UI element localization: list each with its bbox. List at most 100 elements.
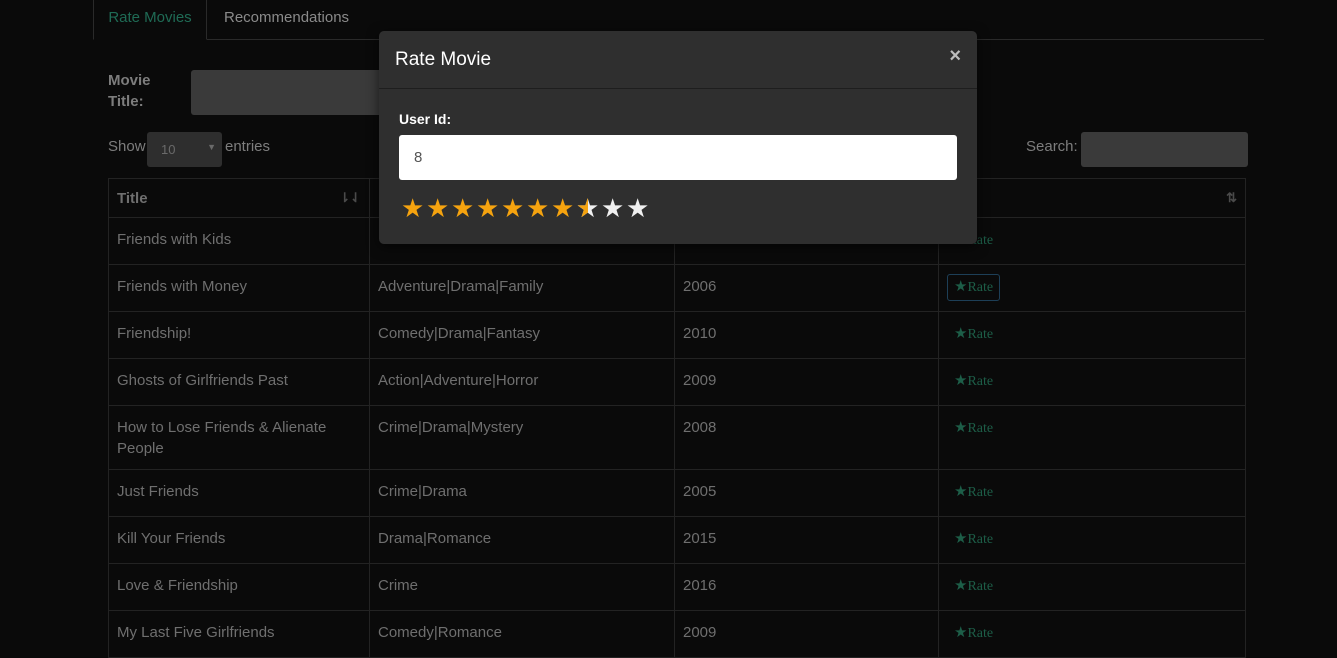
star-icon: ★	[954, 531, 968, 547]
cell-action: ★Rate	[938, 217, 1246, 265]
user-id-label: User Id:	[399, 111, 452, 127]
movie-title-label: Movie Title:	[108, 72, 151, 110]
cell-title: Friends with Kids	[108, 217, 370, 265]
cell-genres: Crime	[369, 563, 675, 611]
table-row: How to Lose Friends & Alienate People Cri…	[108, 405, 1246, 470]
cell-year: 2010	[674, 311, 939, 359]
cell-action: ★Rate	[938, 469, 1246, 517]
star-icon[interactable]: ★	[551, 195, 576, 221]
table-row: Friends with Money Adventure|Drama|Family…	[108, 264, 1246, 312]
rate-button[interactable]: ★Rate	[947, 526, 1000, 553]
close-icon[interactable]: ×	[949, 45, 961, 68]
cell-genres: Action|Adventure|Horror	[369, 358, 675, 406]
rate-button[interactable]: ★Rate	[947, 415, 1000, 442]
star-icon[interactable]: ★	[601, 195, 626, 221]
modal-title: Rate Movie	[395, 49, 492, 70]
rate-button-label: Rate	[967, 374, 994, 389]
cell-action: ★Rate	[938, 405, 1246, 470]
cell-year: 2009	[674, 610, 939, 658]
cell-title: Friends with Money	[108, 264, 370, 312]
entries-select[interactable]: 10 ▼	[147, 132, 222, 167]
star-icon: ★	[954, 420, 968, 436]
table-row: Kill Your Friends Drama|Romance 2015 ★Rate	[108, 516, 1246, 564]
cell-action: ★Rate	[938, 516, 1246, 564]
entries-select-value: 10	[161, 142, 176, 157]
cell-title: Love & Friendship	[108, 563, 370, 611]
rate-button-label: Rate	[967, 421, 994, 436]
star-icon: ★	[954, 326, 968, 342]
cell-year: 2015	[674, 516, 939, 564]
cell-genres: Crime|Drama	[369, 469, 675, 517]
table-row: Love & Friendship Crime 2016 ★Rate	[108, 563, 1246, 611]
rate-button-label: Rate	[967, 626, 994, 641]
sort-icon: ⇅	[1226, 190, 1237, 205]
star-icon[interactable]: ★	[526, 195, 551, 221]
star-icon: ★	[954, 625, 968, 641]
rate-button[interactable]: ★Rate	[947, 620, 1000, 647]
cell-year: 2016	[674, 563, 939, 611]
table-row: Ghosts of Girlfriends Past Action|Adventu…	[108, 358, 1246, 406]
modal-header: Rate Movie ×	[379, 31, 977, 89]
star-icon[interactable]: ★	[626, 195, 651, 221]
cell-action: ★Rate	[938, 264, 1246, 312]
cell-year: 2006	[674, 264, 939, 312]
rate-button-label: Rate	[967, 579, 994, 594]
rate-button-label: Rate	[967, 485, 994, 500]
table-row: My Last Five Girlfriends Comedy|Romance 20…	[108, 610, 1246, 658]
rate-button[interactable]: ★Rate	[947, 321, 1000, 348]
cell-action: ★Rate	[938, 311, 1246, 359]
column-header-title[interactable]: Title ⇂⇃	[108, 178, 370, 218]
rate-button-label: Rate	[967, 280, 994, 295]
star-icon[interactable]: ★	[401, 195, 426, 221]
rate-button[interactable]: ★Rate	[947, 573, 1000, 600]
cell-year: 2005	[674, 469, 939, 517]
rate-button-label: Rate	[967, 532, 994, 547]
cell-genres: Comedy|Drama|Fantasy	[369, 311, 675, 359]
cell-title: Kill Your Friends	[108, 516, 370, 564]
search-input[interactable]	[1081, 132, 1248, 167]
tab-rate-movies[interactable]: Rate Movies	[93, 0, 207, 40]
cell-year: 2009	[674, 358, 939, 406]
cell-title: Just Friends	[108, 469, 370, 517]
cell-action: ★Rate	[938, 563, 1246, 611]
cell-title: Ghosts of Girlfriends Past	[108, 358, 370, 406]
cell-genres: Comedy|Romance	[369, 610, 675, 658]
star-icon: ★	[954, 578, 968, 594]
table-row: Friendship! Comedy|Drama|Fantasy 2010 ★Rate	[108, 311, 1246, 359]
chevron-down-icon: ▼	[207, 142, 216, 152]
cell-title: Friendship!	[108, 311, 370, 359]
cell-year: 2008	[674, 405, 939, 470]
sort-ascending-icon: ⇂⇃	[339, 190, 361, 205]
search-label: Search:	[1026, 138, 1078, 155]
tab-recommendations[interactable]: Recommendations	[224, 0, 349, 39]
cell-genres: Crime|Drama|Mystery	[369, 405, 675, 470]
half-star-fill: ★	[576, 195, 588, 221]
rate-button[interactable]: ★Rate	[947, 479, 1000, 506]
rate-button[interactable]: ★Rate	[947, 274, 1001, 301]
column-header-rating[interactable]: ng ⇅	[938, 178, 1246, 218]
star-icon[interactable]: ★	[501, 195, 526, 221]
cell-action: ★Rate	[938, 610, 1246, 658]
entries-label: entries	[225, 138, 271, 155]
rate-button[interactable]: ★Rate	[947, 368, 1000, 395]
rate-button-label: Rate	[967, 327, 994, 342]
movies-table: Title ⇂⇃ ng ⇅ Friends with Kids★RateFrie…	[108, 178, 1246, 658]
cell-genres: Adventure|Drama|Family	[369, 264, 675, 312]
movie-title-input[interactable]	[191, 70, 391, 115]
rate-movie-modal: Rate Movie × User Id: ★★★★★★★★★★★	[379, 31, 977, 244]
star-icon: ★	[954, 373, 968, 389]
star-icon[interactable]: ★	[451, 195, 476, 221]
star-icon[interactable]: ★	[476, 195, 501, 221]
star-icon: ★	[954, 279, 968, 295]
cell-action: ★Rate	[938, 358, 1246, 406]
cell-genres: Drama|Romance	[369, 516, 675, 564]
show-label: Show	[108, 138, 146, 155]
cell-title: How to Lose Friends & Alienate People	[108, 405, 370, 470]
user-id-input[interactable]	[399, 135, 957, 180]
star-icon[interactable]: ★ ★	[576, 195, 601, 221]
column-header-label: Title	[117, 189, 148, 207]
table-row: Just Friends Crime|Drama 2005 ★Rate	[108, 469, 1246, 517]
cell-title: My Last Five Girlfriends	[108, 610, 370, 658]
star-icon[interactable]: ★	[426, 195, 451, 221]
star-icon: ★	[954, 484, 968, 500]
